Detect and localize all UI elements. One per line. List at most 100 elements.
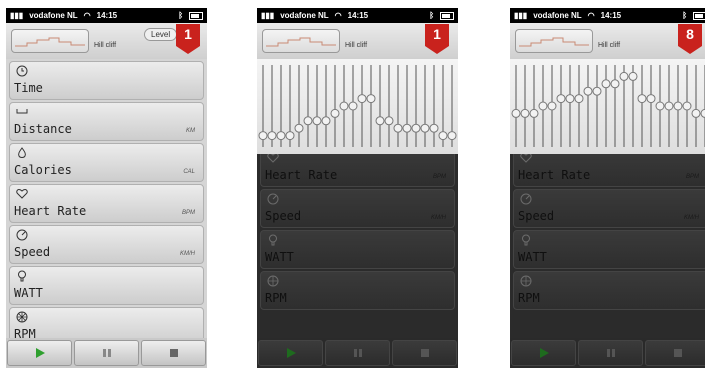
- slider-knob[interactable]: [411, 123, 421, 133]
- slider-knob[interactable]: [303, 116, 313, 126]
- slider-knob[interactable]: [556, 94, 566, 104]
- metric-label: Heart Rate: [14, 204, 87, 218]
- slider-knob[interactable]: [438, 131, 448, 141]
- profile-thumbnail[interactable]: [515, 29, 593, 53]
- pause-button[interactable]: [74, 340, 139, 366]
- slider-knob[interactable]: [574, 94, 584, 104]
- slider-knob[interactable]: [529, 108, 539, 118]
- level-equalizer[interactable]: [510, 59, 705, 154]
- slider-knob[interactable]: [583, 86, 593, 96]
- level-label[interactable]: Level: [144, 28, 178, 41]
- metric-watt[interactable]: WATT: [260, 230, 455, 269]
- slider-knob[interactable]: [420, 123, 430, 133]
- slider-knob[interactable]: [294, 123, 304, 133]
- slider-knob[interactable]: [330, 108, 340, 118]
- profile-thumbnail[interactable]: [11, 29, 89, 53]
- slider-knob[interactable]: [565, 94, 575, 104]
- metric-rpm[interactable]: RPM: [513, 271, 705, 310]
- slider-knob[interactable]: [393, 123, 403, 133]
- slider-knob[interactable]: [339, 101, 349, 111]
- level-value: 1: [433, 26, 441, 42]
- slider-knob[interactable]: [547, 101, 557, 111]
- level-equalizer[interactable]: [257, 59, 458, 154]
- equalizer-sliders[interactable]: [257, 59, 458, 154]
- slider-knob[interactable]: [655, 101, 665, 111]
- slider-knob[interactable]: [267, 131, 277, 141]
- metric-rpm[interactable]: RPM: [260, 271, 455, 310]
- slider-knob[interactable]: [691, 108, 701, 118]
- phone-screen-3: ▮▮▮vodafone NL◠14:15 ᛒ Hill cliff 8 Calo…: [510, 8, 705, 368]
- metric-unit: BPM: [685, 174, 699, 180]
- metric-speed[interactable]: Speed KM/H: [260, 189, 455, 228]
- slider-knob[interactable]: [429, 123, 439, 133]
- slider-knob[interactable]: [664, 101, 674, 111]
- metric-unit: KM/H: [684, 215, 699, 221]
- slider-knob[interactable]: [402, 123, 412, 133]
- slider-knob[interactable]: [321, 116, 331, 126]
- slider-knob[interactable]: [520, 108, 530, 118]
- phone-screen-2: ▮▮▮vodafone NL◠14:15 ᛒ Hill cliff 1 Calo…: [257, 8, 458, 368]
- metric-watt[interactable]: WATT: [9, 266, 204, 305]
- slider-knob[interactable]: [357, 94, 367, 104]
- slider-knob[interactable]: [628, 71, 638, 81]
- slider-knob[interactable]: [538, 101, 548, 111]
- slider-knob[interactable]: [682, 101, 692, 111]
- equalizer-sliders[interactable]: [510, 59, 705, 154]
- metric-time[interactable]: Time: [9, 61, 204, 100]
- slider-knob[interactable]: [637, 94, 647, 104]
- profile-thumbnail[interactable]: [262, 29, 340, 53]
- slider-knob[interactable]: [601, 79, 611, 89]
- metric-speed[interactable]: Speed KM/H: [9, 225, 204, 264]
- metric-label: RPM: [518, 291, 540, 305]
- slider-knob[interactable]: [646, 94, 656, 104]
- level-badge[interactable]: 1: [174, 24, 202, 54]
- status-time: 14:15: [347, 11, 369, 20]
- metric-heart-rate[interactable]: Heart Rate BPM: [9, 184, 204, 223]
- play-button[interactable]: [7, 340, 72, 366]
- status-bar: ▮▮▮ vodafone NL ◠ 14:15 ᛒ: [257, 8, 458, 23]
- play-icon: [35, 348, 45, 358]
- pause-button[interactable]: [578, 340, 643, 366]
- header: Hill cliff 1: [257, 23, 458, 60]
- flame-icon: [18, 147, 26, 158]
- metric-speed[interactable]: Speed KM/H: [513, 189, 705, 228]
- slider-knob[interactable]: [592, 86, 602, 96]
- playback-controls: [6, 338, 207, 368]
- slider-knob[interactable]: [276, 131, 286, 141]
- slider-knob[interactable]: [673, 101, 683, 111]
- pause-button[interactable]: [325, 340, 390, 366]
- play-button[interactable]: [258, 340, 323, 366]
- profile-name: Hill cliff: [345, 42, 368, 49]
- level-badge[interactable]: 8: [676, 24, 704, 54]
- slider-knob[interactable]: [312, 116, 322, 126]
- slider-knob[interactable]: [619, 71, 629, 81]
- profile-name: Hill cliff: [94, 42, 117, 49]
- slider-knob[interactable]: [366, 94, 376, 104]
- pause-icon: [102, 349, 111, 357]
- slider-knob[interactable]: [258, 131, 268, 141]
- metric-watt[interactable]: WATT: [513, 230, 705, 269]
- level-value: 8: [686, 26, 694, 42]
- signal-icon: ▮▮▮: [10, 11, 24, 20]
- slider-knob[interactable]: [610, 79, 620, 89]
- clock-icon: [16, 65, 28, 77]
- stop-button[interactable]: [392, 340, 457, 366]
- metric-distance[interactable]: Distance KM: [9, 102, 204, 141]
- slider-knob[interactable]: [375, 116, 385, 126]
- carrier: vodafone NL: [533, 11, 582, 20]
- metric-unit: BPM: [181, 210, 195, 216]
- slider-knob[interactable]: [285, 131, 295, 141]
- slider-knob[interactable]: [447, 131, 457, 141]
- slider-knob[interactable]: [384, 116, 394, 126]
- stop-button[interactable]: [645, 340, 705, 366]
- slider-knob[interactable]: [511, 108, 521, 118]
- slider-knob[interactable]: [348, 101, 358, 111]
- stop-icon: [169, 349, 178, 357]
- profile-name: Hill cliff: [598, 42, 621, 49]
- level-badge[interactable]: 1: [423, 24, 451, 54]
- slider-knob[interactable]: [700, 108, 705, 118]
- metric-calories[interactable]: Calories CAL: [9, 143, 204, 182]
- stop-button[interactable]: [141, 340, 206, 366]
- header: Hill cliff 8: [510, 23, 705, 60]
- play-button[interactable]: [511, 340, 576, 366]
